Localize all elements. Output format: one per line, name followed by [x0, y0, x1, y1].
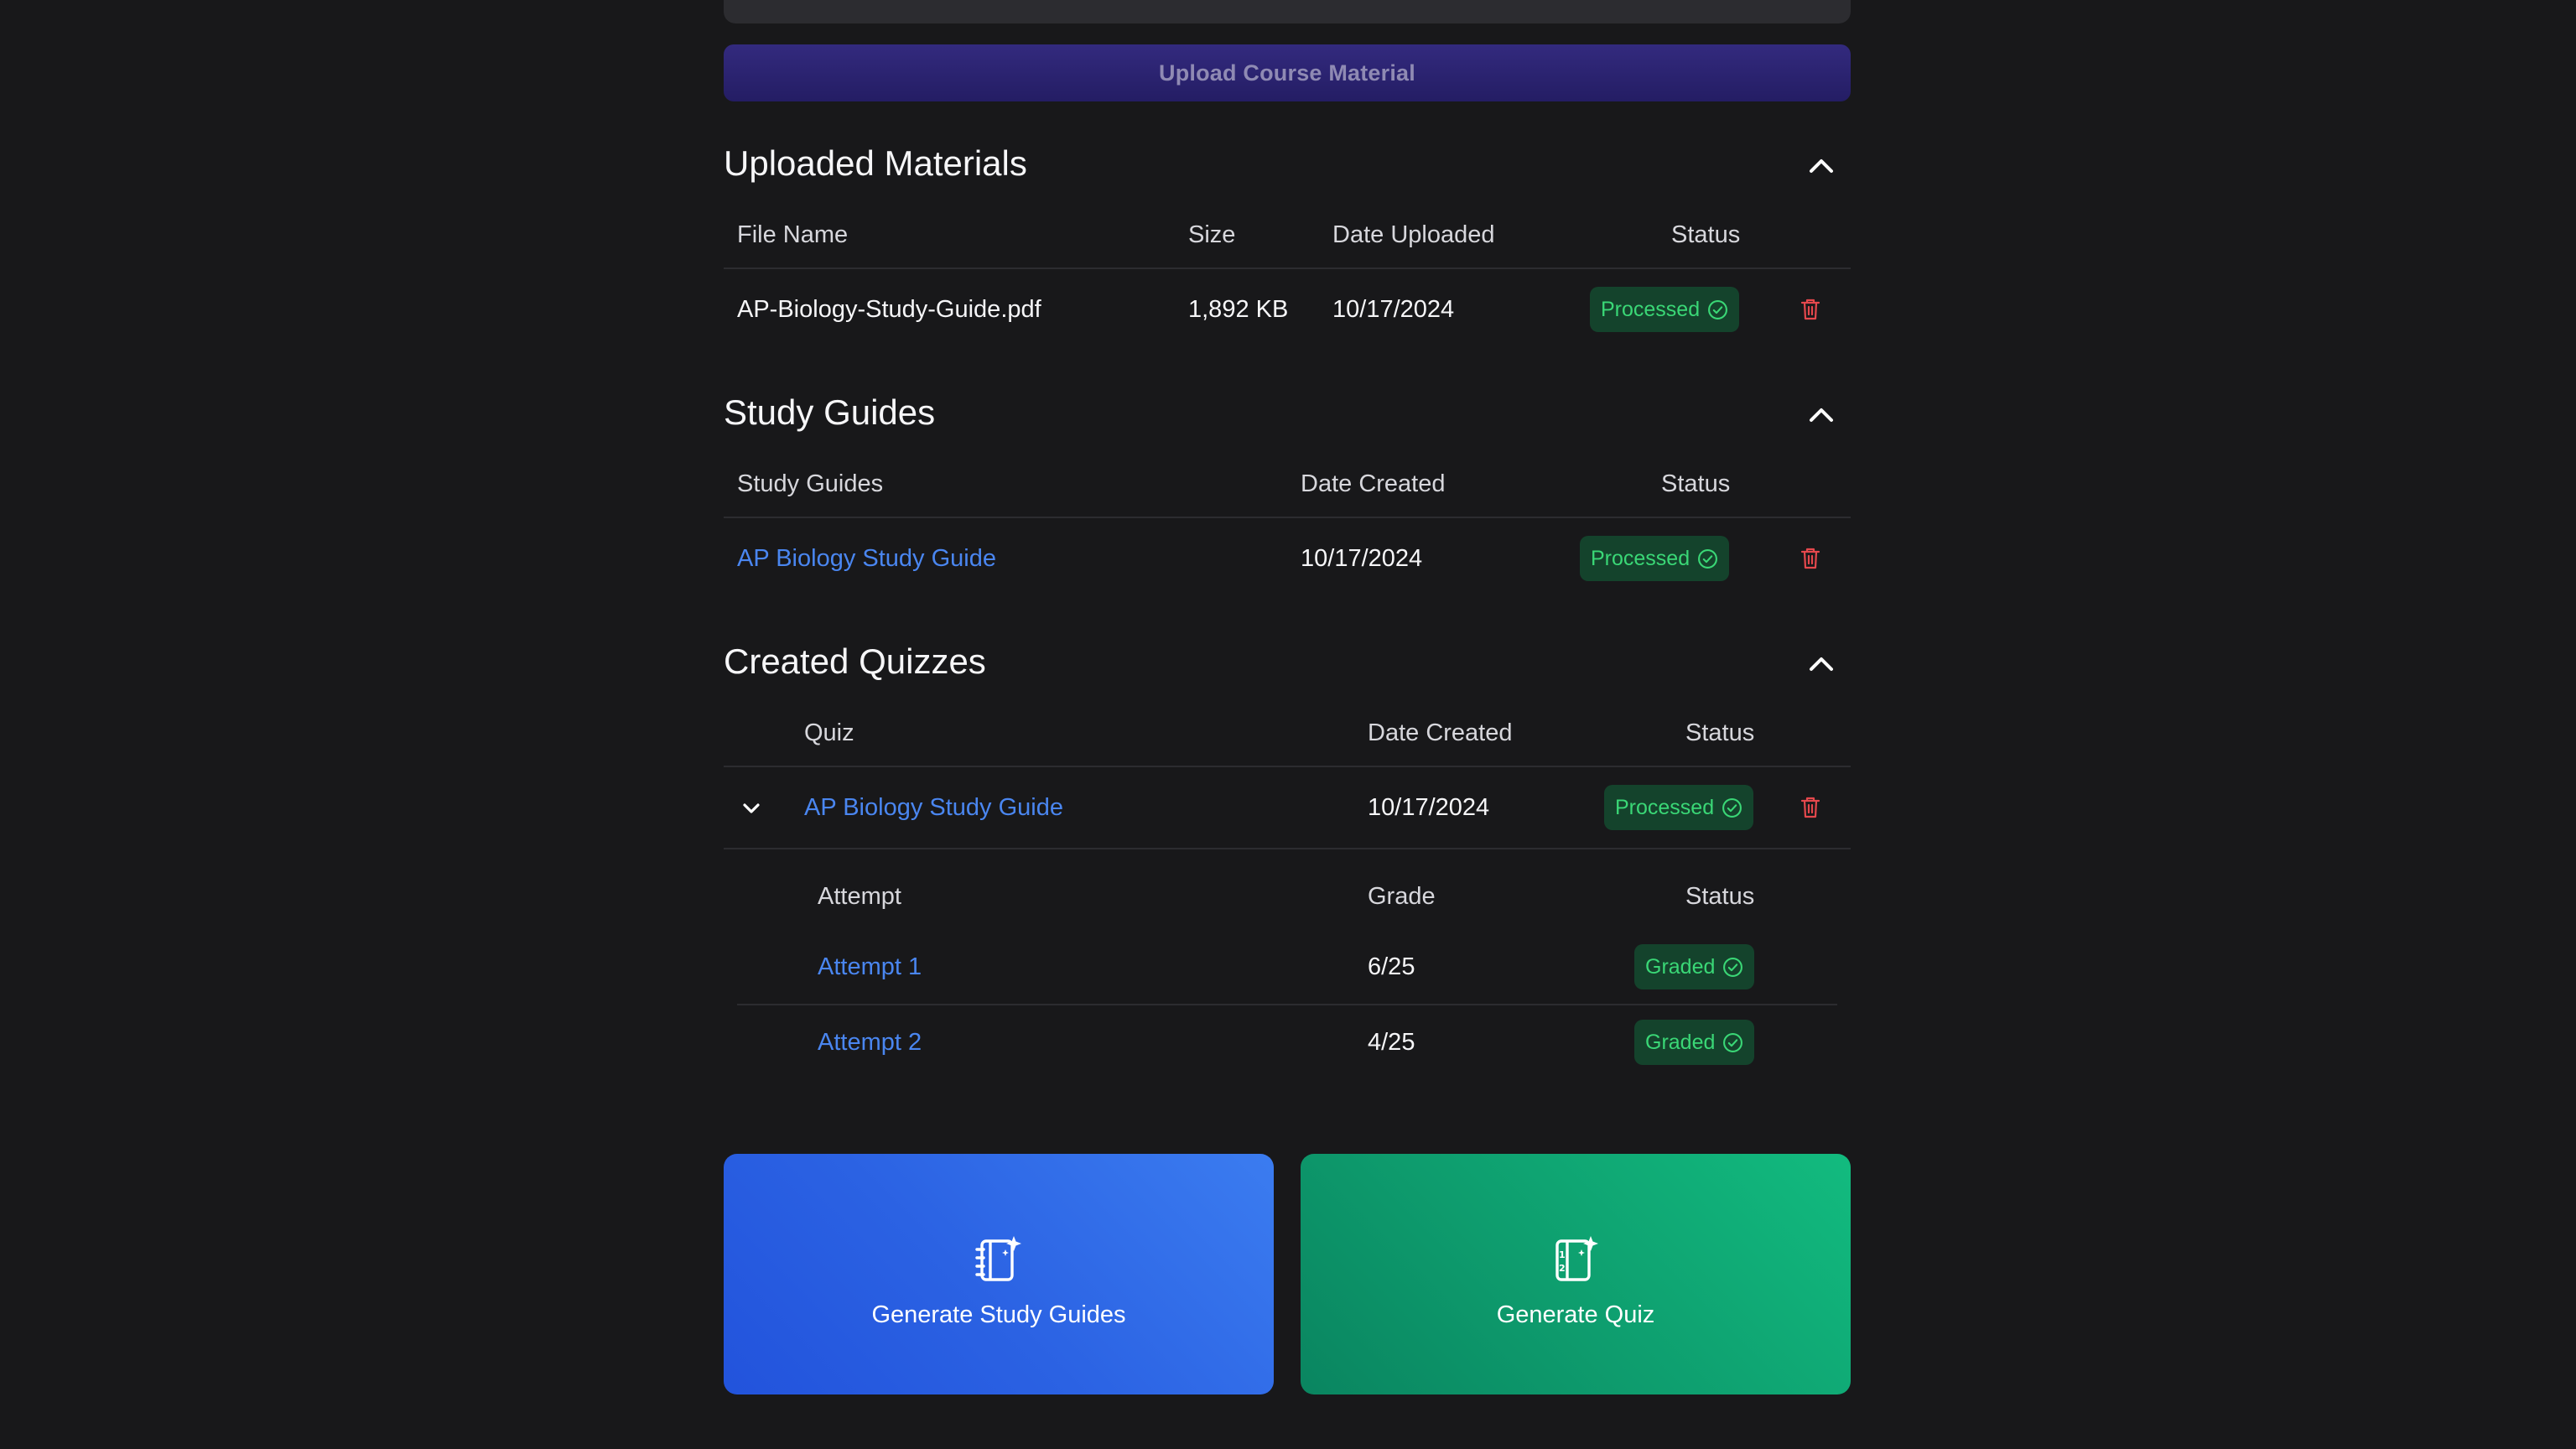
file-drop-area[interactable] — [724, 0, 1851, 23]
status-label: Processed — [1601, 297, 1701, 321]
column-header-status: Status — [1661, 470, 1731, 497]
notebook-sparkle-icon — [975, 1236, 1021, 1281]
status-badge: Processed — [1590, 287, 1740, 332]
status-label: Processed — [1591, 546, 1690, 570]
uploaded-materials-title: Uploaded Materials — [724, 143, 1027, 183]
file-size: 1,892 KB — [1188, 296, 1289, 323]
column-header-file-name: File Name — [737, 221, 849, 248]
header-divider — [724, 267, 1851, 269]
column-header-attempt: Attempt — [818, 883, 901, 910]
column-header-date-uploaded: Date Uploaded — [1332, 221, 1495, 248]
attempt-link[interactable]: Attempt 1 — [818, 953, 922, 981]
check-circle-icon — [1723, 1032, 1743, 1052]
notebook-numbered-sparkle-icon: 1 2 — [1555, 1236, 1598, 1281]
status-label: Graded — [1645, 954, 1716, 979]
upload-course-material-button[interactable]: Upload Course Material — [724, 44, 1851, 101]
app-page: Upload Course Material Uploaded Material… — [0, 0, 2576, 1449]
attempt-grade: 6/25 — [1368, 953, 1415, 980]
date-created: 10/17/2024 — [1368, 794, 1490, 821]
column-header-quiz: Quiz — [804, 719, 854, 746]
generate-study-guides-button[interactable]: Generate Study Guides — [724, 1154, 1274, 1394]
header-divider — [724, 517, 1851, 518]
status-badge: Processed — [1580, 536, 1730, 581]
check-circle-icon — [1708, 299, 1728, 319]
status-label: Graded — [1645, 1030, 1716, 1054]
chevron-up-icon[interactable] — [1807, 404, 1836, 424]
attempt-link[interactable]: Attempt 2 — [818, 1029, 922, 1057]
column-header-date-created: Date Created — [1301, 470, 1446, 497]
row-divider — [737, 1004, 1837, 1005]
status-badge: Graded — [1634, 944, 1755, 989]
quiz-link[interactable]: AP Biology Study Guide — [804, 794, 1063, 822]
column-header-status: Status — [1685, 719, 1755, 746]
generate-quiz-button[interactable]: 1 2 Generate Quiz — [1301, 1154, 1851, 1394]
generate-study-guides-label: Generate Study Guides — [871, 1301, 1126, 1328]
column-header-size: Size — [1188, 221, 1236, 248]
chevron-down-icon[interactable] — [740, 801, 762, 816]
date-uploaded: 10/17/2024 — [1332, 296, 1455, 323]
created-quizzes-title: Created Quizzes — [724, 641, 986, 681]
study-guides-title: Study Guides — [724, 392, 936, 432]
status-badge: Graded — [1634, 1020, 1755, 1065]
file-name: AP-Biology-Study-Guide.pdf — [737, 296, 1041, 323]
trash-icon[interactable] — [1800, 547, 1820, 570]
study-guide-link[interactable]: AP Biology Study Guide — [737, 545, 996, 573]
column-header-grade: Grade — [1368, 883, 1436, 910]
column-header-study-guides: Study Guides — [737, 470, 884, 497]
attempt-grade: 4/25 — [1368, 1029, 1415, 1056]
column-header-status: Status — [1671, 221, 1741, 248]
check-circle-icon — [1698, 548, 1718, 569]
trash-icon[interactable] — [1800, 796, 1820, 819]
chevron-up-icon[interactable] — [1807, 653, 1836, 673]
svg-text:2: 2 — [1559, 1263, 1566, 1274]
header-divider — [724, 766, 1851, 767]
column-header-date-created: Date Created — [1368, 719, 1513, 746]
chevron-up-icon[interactable] — [1807, 155, 1836, 175]
column-header-status: Status — [1685, 883, 1755, 910]
check-circle-icon — [1722, 797, 1742, 818]
trash-icon[interactable] — [1800, 298, 1820, 321]
generate-quiz-label: Generate Quiz — [1496, 1301, 1655, 1328]
status-label: Processed — [1615, 795, 1715, 819]
svg-text:1: 1 — [1559, 1249, 1566, 1260]
date-created: 10/17/2024 — [1301, 545, 1423, 572]
status-badge: Processed — [1604, 785, 1754, 830]
check-circle-icon — [1723, 957, 1743, 977]
row-divider — [724, 848, 1851, 849]
